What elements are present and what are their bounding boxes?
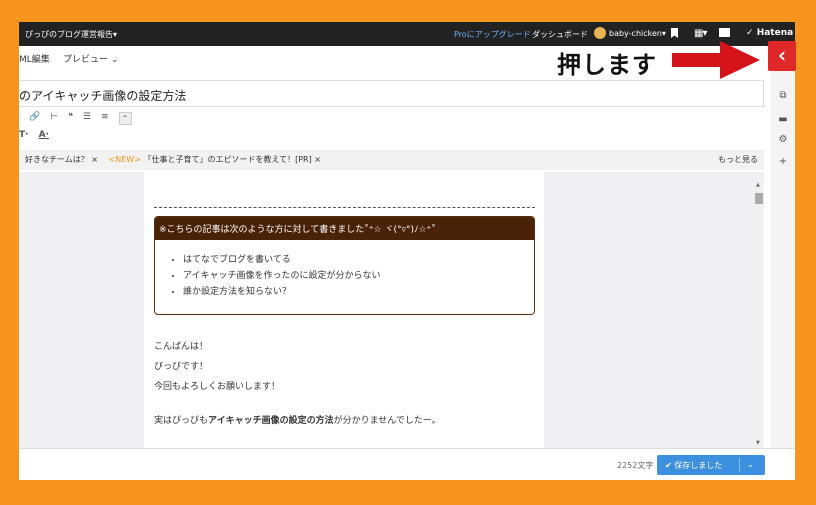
intro-paragraph: 実はぴっぴもアイキャッチ画像の設定の方法が分かりませんでしたー。 — [154, 413, 534, 426]
side-rail: ⧉ ▬ ⚙ + — [771, 46, 795, 448]
dashboard-link[interactable]: ダッシュボード — [532, 29, 588, 40]
scroll-up-icon[interactable]: ▲ — [756, 182, 760, 188]
format-toolbar: 🔗 ⊢ ❝ ☰ ≡ ⌃ — [29, 112, 132, 125]
tab-preview[interactable]: プレビュー ⌄ — [63, 52, 118, 65]
sidebar-toggle-button[interactable]: ‹ — [768, 41, 796, 71]
save-label: ✔ 保存しました — [665, 461, 723, 470]
editor-footer: 2252文字 ✔ 保存しました ⌄ — [19, 448, 795, 480]
pro-upgrade-link[interactable]: Proにアップグレード — [454, 29, 531, 40]
text-line: 今回もよろしくお願いします！ — [154, 382, 281, 392]
list-item: はてなでブログを書いてる — [183, 252, 534, 268]
hatena-logo[interactable]: ✓ Hatena — [746, 28, 793, 38]
document-body[interactable]: ※こちらの記事は次のような方に対して書きました˚⁺☆ ヾ(°▿°)ﾉ☆⁺˚ はて… — [144, 172, 544, 448]
save-separator — [739, 458, 740, 472]
list-item: アイキャッチ画像を作ったのに設定が分からない — [183, 268, 534, 284]
divider — [154, 207, 535, 208]
plus-icon[interactable]: + — [774, 156, 792, 174]
avatar — [594, 27, 606, 39]
text-line: こんばんは！ — [154, 342, 209, 352]
more-topics-link[interactable]: もっと見る — [718, 154, 758, 165]
blog-title-menu[interactable]: ぴっぴのブログ運営報告▾ — [25, 29, 117, 40]
new-badge: <NEW> — [108, 155, 141, 164]
gear-icon[interactable]: ⚙ — [774, 134, 792, 152]
topic-item[interactable]: 「仕事と子育て」のエピソードを教えて！[PR] × — [143, 155, 320, 164]
user-menu[interactable]: baby-chicken▾ — [594, 27, 666, 39]
list-item: 誰か設定方法を知らない？ — [183, 284, 534, 300]
text-color-button[interactable]: A· — [39, 130, 49, 140]
folder-icon[interactable]: ▬ — [774, 114, 792, 132]
editor-window: ぴっぴのブログ運営報告▾ Proにアップグレード ダッシュボード baby-ch… — [19, 22, 795, 480]
callout-title: ※こちらの記事は次のような方に対して書きました˚⁺☆ ヾ(°▿°)ﾉ☆⁺˚ — [155, 217, 534, 240]
title-input[interactable]: のアイキャッチ画像の設定方法 — [19, 80, 764, 107]
scroll-down-icon[interactable]: ▼ — [756, 440, 760, 446]
topic-item[interactable]: 好きなチームは？ × — [25, 155, 98, 164]
message-icon[interactable] — [719, 28, 730, 37]
save-button[interactable]: ✔ 保存しました ⌄ — [657, 455, 765, 475]
bookmark-icon[interactable] — [671, 28, 678, 38]
tab-html-edit[interactable]: ML編集 — [19, 52, 50, 65]
quote-icon[interactable]: ❝ — [68, 112, 73, 125]
editor-area[interactable]: ※こちらの記事は次のような方に対して書きました˚⁺☆ ヾ(°▿°)ﾉ☆⁺˚ はて… — [19, 172, 764, 448]
greeting-text: こんばんは！ ぴっぴです！ 今回もよろしくお願いします！ — [154, 337, 534, 397]
char-count: 2252文字 — [617, 461, 654, 470]
numbered-list-icon[interactable]: ≡ — [101, 112, 109, 125]
scroll-thumb[interactable] — [755, 193, 763, 204]
editor-scrollbar[interactable]: ▲ ▼ — [755, 182, 763, 446]
annotation-text: 押します — [557, 51, 657, 79]
bullet-list: はてなでブログを書いてる アイキャッチ画像を作ったのに設定が分からない 誰か設定… — [155, 240, 534, 314]
copy-icon[interactable]: ⧉ — [774, 90, 792, 108]
apps-grid-icon[interactable]: ▦▾ — [694, 28, 707, 39]
topics-bar: 好きなチームは？ × <NEW> 「仕事と子育て」のエピソードを教えて！[PR]… — [19, 150, 764, 170]
format-toolbar-2: T· A· — [19, 130, 49, 140]
callout-box: ※こちらの記事は次のような方に対して書きました˚⁺☆ ヾ(°▿°)ﾉ☆⁺˚ はて… — [154, 216, 535, 315]
collapse-toolbar-button[interactable]: ⌃ — [118, 112, 132, 125]
link-icon[interactable]: 🔗 — [29, 112, 40, 125]
bold-text: アイキャッチ画像の設定の方法 — [208, 416, 334, 426]
text-style-button[interactable]: T· — [19, 130, 29, 140]
list-icon[interactable]: ☰ — [83, 112, 91, 125]
chevron-down-icon[interactable]: ⌄ — [747, 460, 754, 469]
hr-icon[interactable]: ⊢ — [50, 112, 58, 125]
text-span: 実はぴっぴも — [154, 416, 209, 426]
arrow-right-icon — [672, 41, 760, 79]
text-line: ぴっぴです！ — [154, 362, 209, 372]
text-span: が分かりませんでしたー。 — [333, 416, 441, 426]
username: baby-chicken▾ — [609, 28, 666, 38]
